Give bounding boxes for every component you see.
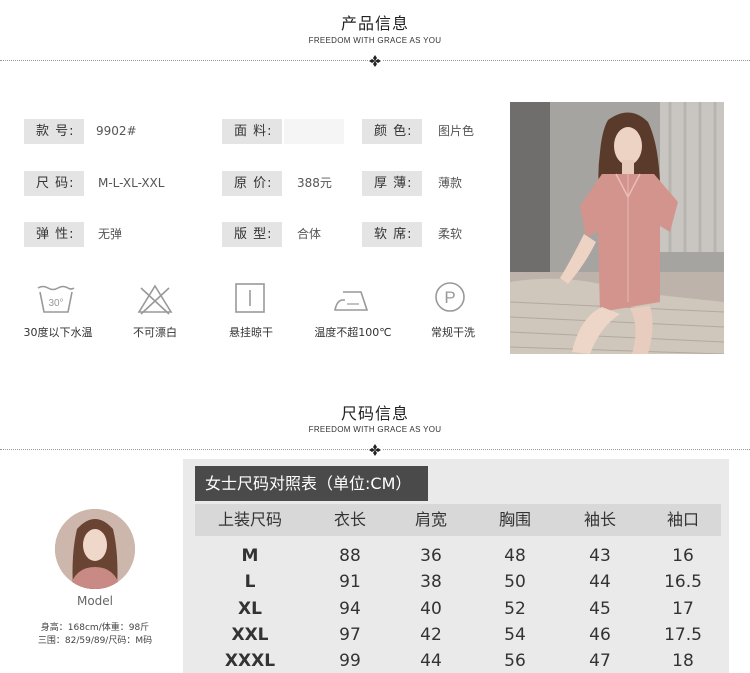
spec-label-price: 原 价: [222,171,282,196]
spec-label-size: 尺 码: [24,171,84,196]
size-table-cell: 88 [339,546,361,566]
product-info-title: 产品信息 [340,14,409,33]
spec-label-fabric: 面 料: [222,119,282,144]
size-table-cell: 97 [339,625,361,645]
size-table-cell: 46 [589,625,611,645]
product-info-subtitle: FREEDOM WITH GRACE AS YOU [308,36,442,45]
size-table-cell: 16 [672,546,694,566]
size-table-size-cell: XXXL [224,651,276,671]
size-table-cell: 17.5 [664,625,702,645]
size-table-size-cell: XL [238,599,262,619]
care-label-hang-dry: 悬挂晾干 [229,326,273,339]
wash-30-icon: 30° [37,285,75,313]
size-table-header: 袖口 [666,510,699,529]
model-avatar [55,509,135,589]
spec-value-color: 图片色 [438,124,475,138]
size-table-cell: 36 [420,546,442,566]
size-table-header: 袖长 [583,510,616,529]
spec-value-style-no: 9902# [96,124,137,138]
size-table-cell: 17 [672,599,694,619]
size-table-cell: 45 [589,599,611,619]
size-table-size-cell: L [244,572,256,592]
product-photo [510,102,724,354]
size-table-cell: 18 [672,651,694,671]
size-table-cell: 50 [504,572,526,592]
spec-value-elasticity: 无弹 [98,227,123,241]
size-table-cell: 40 [420,599,442,619]
size-table-cell: 48 [504,546,526,566]
size-table-size-cell: M [241,546,259,566]
spec-label-style-no: 款 号: [24,119,84,144]
spec-value-softness: 柔软 [438,227,463,241]
size-table-cell: 52 [504,599,526,619]
spec-label-fit: 版 型: [222,222,282,247]
size-table-title: 女士尺码对照表（单位:CM） [195,466,428,501]
spec-value-size: M-L-XL-XXL [98,176,165,190]
care-label-wash: 30度以下水温 [23,326,93,339]
svg-text:30°: 30° [48,298,63,309]
size-table-header: 衣长 [333,510,366,529]
dry-clean-icon: P [435,282,465,312]
model-measurements-line2: 三围：82/59/89/尺码：M码 [37,636,153,646]
model-measurements-line1: 身高：168cm/体重：98斤 [40,623,150,633]
spec-label-color: 颜 色: [362,119,422,144]
diamond-ornament-icon [368,54,382,68]
size-table-cell: 38 [420,572,442,592]
size-table-size-cell: XXL [231,625,269,645]
no-bleach-icon [137,284,173,315]
size-table-cell: 44 [420,651,442,671]
care-label-iron: 温度不超100℃ [314,326,392,339]
size-table-cell: 44 [589,572,611,592]
spec-value-price: 388元 [297,176,332,190]
size-table-cell: 47 [589,651,611,671]
size-info-title: 尺码信息 [340,404,409,423]
hang-dry-icon [235,283,265,313]
spec-value-fabric [284,119,344,144]
size-table-header: 胸围 [498,510,531,529]
spec-value-fit: 合体 [297,227,322,241]
size-table-cell: 91 [339,572,361,592]
spec-value-thickness: 薄款 [438,176,463,190]
size-info-subtitle: FREEDOM WITH GRACE AS YOU [308,425,442,434]
size-table-cell: 99 [339,651,361,671]
diamond-ornament-icon-2 [368,443,382,457]
size-table-header: 上装尺码 [217,510,282,529]
size-table-cell: 16.5 [664,572,702,592]
size-table-cell: 56 [504,651,526,671]
size-table-cell: 42 [420,625,442,645]
iron-icon [334,291,369,311]
size-table-cell: 43 [589,546,611,566]
svg-text:P: P [444,288,455,307]
size-table-header: 肩宽 [414,510,447,529]
spec-label-softness: 软 席: [362,222,422,247]
spec-label-thickness: 厚 薄: [362,171,422,196]
care-label-dry-clean: 常规干洗 [431,326,475,339]
model-label: Model [76,594,114,608]
care-label-bleach: 不可漂白 [133,326,177,339]
size-table-cell: 54 [504,625,526,645]
size-table-cell: 94 [339,599,361,619]
spec-label-elasticity: 弹 性: [24,222,84,247]
